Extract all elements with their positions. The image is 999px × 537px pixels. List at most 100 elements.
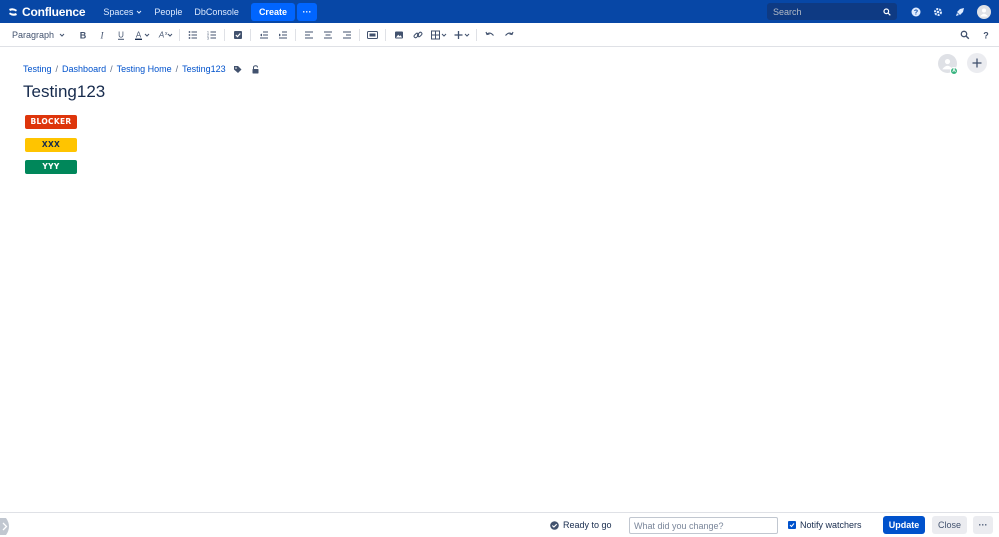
task-list-button[interactable] bbox=[229, 26, 247, 44]
align-left-button[interactable] bbox=[300, 26, 318, 44]
paragraph-style-label: Paragraph bbox=[12, 29, 55, 40]
align-center-button[interactable] bbox=[319, 26, 337, 44]
breadcrumb-item[interactable]: Testing123 bbox=[182, 64, 226, 74]
more-actions-button[interactable]: ··· bbox=[973, 516, 993, 534]
underline-button[interactable]: U bbox=[112, 26, 130, 44]
invite-collaborator-button[interactable] bbox=[967, 53, 987, 73]
numbered-list-button[interactable]: 123 bbox=[203, 26, 221, 44]
toolbar-separator bbox=[250, 28, 252, 41]
expand-sidebar-icon[interactable] bbox=[0, 518, 12, 535]
align-right-icon bbox=[342, 31, 351, 38]
editor-help-button[interactable]: ? bbox=[977, 26, 995, 44]
insert-link-button[interactable] bbox=[409, 26, 427, 44]
nav-dbconsole-label: DbConsole bbox=[194, 6, 239, 17]
svg-text:A: A bbox=[135, 30, 141, 39]
update-button[interactable]: Update bbox=[883, 516, 925, 534]
chevron-down-icon bbox=[59, 33, 65, 37]
label-tag-icon[interactable] bbox=[232, 63, 244, 75]
user-avatar-icon[interactable] bbox=[977, 4, 991, 19]
redo-button[interactable] bbox=[500, 26, 518, 44]
notify-watchers-label: Notify watchers bbox=[800, 520, 862, 530]
text-color-button[interactable]: A bbox=[131, 26, 153, 44]
find-replace-button[interactable] bbox=[956, 26, 974, 44]
insert-table-button[interactable] bbox=[428, 26, 450, 44]
text-color-icon: A bbox=[134, 30, 149, 40]
settings-icon[interactable] bbox=[927, 0, 949, 23]
italic-icon: I bbox=[99, 30, 104, 40]
create-button[interactable]: Create bbox=[250, 2, 295, 21]
ready-status: Ready to go bbox=[550, 520, 612, 530]
clear-formatting-icon: Ax bbox=[157, 30, 172, 39]
outdent-icon bbox=[259, 31, 268, 38]
search-placeholder: Search bbox=[773, 6, 802, 17]
svg-text:B: B bbox=[79, 30, 86, 40]
breadcrumb-item[interactable]: Testing bbox=[23, 64, 52, 74]
svg-text:x: x bbox=[165, 31, 168, 37]
toolbar-separator bbox=[179, 28, 181, 41]
close-button[interactable]: Close bbox=[932, 516, 967, 534]
notifications-rocket-icon[interactable] bbox=[949, 0, 971, 23]
nav-dbconsole[interactable]: DbConsole bbox=[188, 0, 245, 23]
notify-watchers-toggle[interactable]: Notify watchers bbox=[788, 520, 862, 530]
page-layout-button[interactable] bbox=[364, 26, 382, 44]
breadcrumb-separator: / bbox=[110, 64, 113, 74]
change-comment-input[interactable] bbox=[629, 517, 778, 534]
bold-icon: B bbox=[79, 30, 86, 40]
notify-checkbox[interactable] bbox=[788, 521, 796, 529]
svg-text:3: 3 bbox=[207, 36, 209, 40]
bullet-list-button[interactable] bbox=[184, 26, 202, 44]
find-replace-icon bbox=[960, 30, 969, 40]
nav-people[interactable]: People bbox=[148, 0, 188, 23]
editor-footer: Ready to go Notify watchers Update Close… bbox=[0, 512, 999, 537]
nav-spaces-label: Spaces bbox=[103, 6, 134, 17]
plus-icon bbox=[454, 30, 469, 39]
plus-icon bbox=[972, 58, 982, 68]
align-right-button[interactable] bbox=[338, 26, 356, 44]
confluence-logo[interactable]: Confluence bbox=[8, 4, 86, 19]
collaborator-badge: A bbox=[950, 67, 958, 75]
align-left-icon bbox=[304, 31, 313, 38]
indent-icon bbox=[278, 31, 287, 38]
svg-text:?: ? bbox=[914, 9, 918, 16]
bold-button[interactable]: B bbox=[74, 26, 92, 44]
breadcrumb: Testing / Dashboard / Testing Home / Tes… bbox=[23, 63, 262, 75]
status-badge-xxx[interactable]: XXX bbox=[25, 138, 77, 152]
breadcrumb-item[interactable]: Dashboard bbox=[62, 64, 106, 74]
nav-spaces[interactable]: Spaces bbox=[97, 0, 148, 23]
top-navigation: Confluence Spaces People DbConsole Creat… bbox=[0, 0, 999, 23]
logo-text: Confluence bbox=[22, 4, 86, 19]
breadcrumb-separator: / bbox=[55, 64, 59, 74]
link-icon bbox=[413, 31, 422, 38]
editor-toolbar: Paragraph B I U A Ax 123 ? bbox=[0, 23, 999, 47]
svg-text:U: U bbox=[118, 30, 124, 39]
toolbar-right: ? bbox=[955, 26, 995, 44]
insert-image-button[interactable] bbox=[390, 26, 408, 44]
restrictions-lock-icon[interactable] bbox=[250, 63, 262, 75]
breadcrumb-item[interactable]: Testing Home bbox=[117, 64, 172, 74]
paragraph-style-dropdown[interactable]: Paragraph bbox=[8, 30, 69, 40]
numbered-list-icon: 123 bbox=[207, 30, 216, 40]
create-more-button[interactable]: ··· bbox=[296, 2, 317, 21]
help-icon: ? bbox=[983, 31, 989, 41]
page-layout-icon bbox=[367, 30, 379, 39]
insert-more-button[interactable] bbox=[451, 26, 473, 44]
italic-button[interactable]: I bbox=[93, 26, 111, 44]
status-badge-blocker[interactable]: BLOCKER bbox=[25, 115, 77, 129]
help-icon[interactable]: ? bbox=[905, 0, 927, 23]
underline-icon: U bbox=[117, 30, 124, 40]
indent-button[interactable] bbox=[274, 26, 292, 44]
svg-text:I: I bbox=[99, 30, 104, 40]
page-title[interactable]: Testing123 bbox=[23, 82, 105, 102]
check-icon bbox=[789, 523, 795, 528]
undo-icon bbox=[485, 31, 494, 36]
undo-button[interactable] bbox=[481, 26, 499, 44]
status-badge-yyy[interactable]: YYY bbox=[25, 160, 77, 174]
svg-text:?: ? bbox=[983, 31, 989, 41]
clear-formatting-button[interactable]: Ax bbox=[154, 26, 176, 44]
nav-people-label: People bbox=[154, 6, 183, 17]
confluence-editor: Confluence Spaces People DbConsole Creat… bbox=[0, 0, 999, 537]
bullet-list-icon bbox=[188, 30, 197, 39]
search-box[interactable]: Search bbox=[767, 3, 897, 20]
outdent-button[interactable] bbox=[255, 26, 273, 44]
breadcrumb-separator: / bbox=[175, 64, 179, 74]
